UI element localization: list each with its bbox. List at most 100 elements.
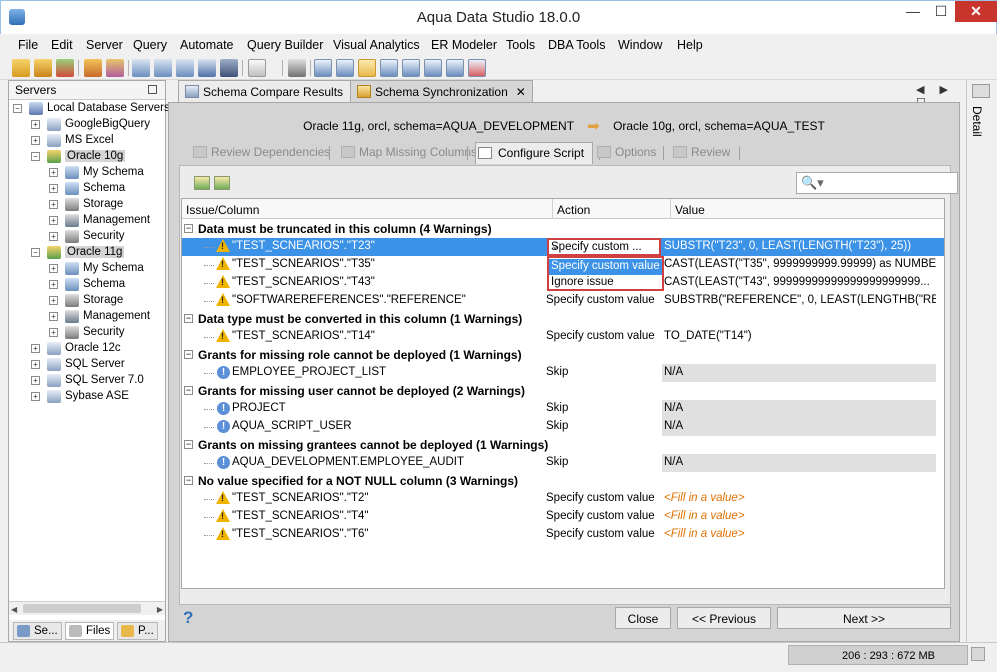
tab-schema-synchronization[interactable]: Schema Synchronization ✕ (350, 80, 533, 102)
collapse-icon[interactable]: − (31, 152, 40, 161)
value-cell[interactable]: TO_DATE("T14") (662, 328, 936, 346)
tree-node[interactable]: + SQL Server 7.0 (9, 373, 165, 389)
value-cell[interactable]: <Fill in a value> (662, 490, 936, 508)
menu-query-builder[interactable]: Query Builder (247, 38, 323, 52)
action-cell[interactable]: Specify custom value (546, 492, 655, 504)
issue-row[interactable]: ! AQUA_DEVELOPMENT.EMPLOYEE_AUDIT Skip N/A (182, 454, 944, 472)
expand-icon[interactable]: + (31, 136, 40, 145)
tree-node[interactable]: + GoogleBigQuery (9, 117, 165, 133)
new-file-icon[interactable] (248, 59, 266, 77)
collapse-icon[interactable]: − (13, 104, 22, 113)
file-compare-icon[interactable] (198, 59, 216, 77)
expand-icon[interactable]: + (49, 232, 58, 241)
layout-tile-icon[interactable] (446, 59, 464, 77)
value-cell[interactable]: SUBSTRB("REFERENCE", 0, LEAST(LENGTHB("R… (662, 292, 936, 310)
tree-node[interactable]: + Storage (9, 293, 165, 309)
collapse-icon[interactable]: − (184, 350, 193, 359)
column-header-value[interactable]: Value (671, 199, 944, 219)
issue-group-row[interactable]: − Grants for missing role cannot be deplo… (182, 346, 944, 364)
value-cell[interactable]: N/A (662, 454, 936, 472)
schema-compare-icon[interactable] (154, 59, 172, 77)
expand-icon[interactable]: + (49, 312, 58, 321)
edit-server-icon[interactable] (34, 59, 52, 77)
collapse-icon[interactable]: − (184, 476, 193, 485)
tree-node[interactable]: + Security (9, 229, 165, 245)
tree-node[interactable]: − Oracle 10g (9, 149, 165, 165)
layout-chart-icon[interactable] (468, 59, 486, 77)
issue-row[interactable]: ! EMPLOYEE_PROJECT_LIST Skip N/A (182, 364, 944, 382)
tab-projects[interactable]: P... (117, 622, 158, 640)
expand-icon[interactable]: + (31, 376, 40, 385)
tree-node[interactable]: + My Schema (9, 165, 165, 181)
action-cell[interactable]: Specify custom value (546, 294, 655, 306)
column-header-issue[interactable]: Issue/Column (182, 199, 553, 219)
query-builder-icon[interactable] (106, 59, 124, 77)
tree-node[interactable]: + Security (9, 325, 165, 341)
compare-icon[interactable] (132, 59, 150, 77)
expand-icon[interactable]: + (49, 296, 58, 305)
connect-icon[interactable] (56, 59, 74, 77)
issue-group-row[interactable]: − Grants for missing user cannot be deplo… (182, 382, 944, 400)
value-cell[interactable]: N/A (662, 364, 936, 382)
menu-automate[interactable]: Automate (180, 38, 234, 52)
tree-node[interactable]: + MS Excel (9, 133, 165, 149)
close-window-button[interactable]: ✕ (955, 1, 997, 22)
wizard-tab-review[interactable]: Review (671, 142, 730, 164)
tree-node[interactable]: + SQL Server (9, 357, 165, 373)
option-specify-custom-value[interactable]: Specify custom value (549, 259, 662, 275)
scrollbar-thumb[interactable] (23, 604, 141, 613)
expand-icon[interactable]: + (49, 200, 58, 209)
value-cell[interactable]: CAST(LEAST("T35", 9999999999.99999) as N… (662, 256, 936, 274)
issue-group-row[interactable]: − No value specified for a NOT NULL colum… (182, 472, 944, 490)
layout-left-icon[interactable] (336, 59, 354, 77)
tree-node[interactable]: + Schema (9, 181, 165, 197)
tree-node[interactable]: + Oracle 12c (9, 341, 165, 357)
garbage-collect-icon[interactable] (971, 647, 985, 661)
menu-window[interactable]: Window (618, 38, 662, 52)
collapse-all-icon[interactable] (214, 176, 230, 190)
tree-node[interactable]: + Management (9, 309, 165, 325)
column-header-action[interactable]: Action (553, 199, 671, 219)
layout-grid-icon[interactable] (314, 59, 332, 77)
close-button[interactable]: Close (615, 607, 671, 629)
issue-row[interactable]: ! PROJECT Skip N/A (182, 400, 944, 418)
issue-row[interactable]: "SOFTWAREREFERENCES"."REFERENCE" Specify … (182, 292, 944, 310)
action-cell[interactable]: Skip (546, 420, 568, 432)
value-cell[interactable]: <Fill in a value> (662, 526, 936, 544)
wizard-tab-configure-script[interactable]: Configure Script (475, 142, 594, 164)
data-compare-icon[interactable] (176, 59, 194, 77)
issue-group-row[interactable]: − Data type must be converted in this col… (182, 310, 944, 328)
expand-icon[interactable]: + (31, 360, 40, 369)
tree-node[interactable]: − Oracle 11g (9, 245, 165, 261)
issue-row[interactable]: ! AQUA_SCRIPT_USER Skip N/A (182, 418, 944, 436)
issue-group-row[interactable]: − Data must be truncated in this column (… (182, 220, 944, 238)
tab-schema-compare-results[interactable]: Schema Compare Results✕ (178, 80, 369, 102)
menu-er-modeler[interactable]: ER Modeler (431, 38, 497, 52)
horizontal-scrollbar[interactable]: ◀ ▶ (9, 601, 165, 615)
tab-files[interactable]: Files (65, 622, 115, 640)
action-cell[interactable]: Specify custom value (546, 510, 655, 522)
menu-visual-analytics[interactable]: Visual Analytics (333, 38, 420, 52)
value-cell[interactable]: SUBSTR("T23", 0, LEAST(LENGTH("T23"), 25… (662, 238, 936, 256)
wizard-tab-review-dependencies[interactable]: Review Dependencies (191, 142, 330, 164)
tree-node[interactable]: + Management (9, 213, 165, 229)
layout-active-icon[interactable] (358, 59, 376, 77)
restore-panel-icon[interactable] (148, 85, 157, 94)
scripts-icon[interactable] (288, 59, 306, 77)
next-button[interactable]: Next >> (777, 607, 951, 629)
layout-right-icon[interactable] (424, 59, 442, 77)
expand-icon[interactable]: + (49, 328, 58, 337)
tree-node[interactable]: + Sybase ASE (9, 389, 165, 405)
menu-server[interactable]: Server (86, 38, 123, 52)
option-ignore-issue[interactable]: Ignore issue (549, 275, 662, 291)
issue-row[interactable]: "TEST_SCNEARIOS"."T4" Specify custom valu… (182, 508, 944, 526)
expand-icon[interactable]: + (49, 168, 58, 177)
tree-node[interactable]: + Storage (9, 197, 165, 213)
minimize-button[interactable]: — (899, 1, 927, 22)
collapse-icon[interactable]: − (184, 440, 193, 449)
query-analyzer-icon[interactable] (84, 59, 102, 77)
detail-label[interactable]: Detail (970, 106, 984, 137)
expand-icon[interactable]: + (49, 280, 58, 289)
maximize-button[interactable]: ☐ (927, 1, 955, 22)
previous-button[interactable]: << Previous (677, 607, 771, 629)
